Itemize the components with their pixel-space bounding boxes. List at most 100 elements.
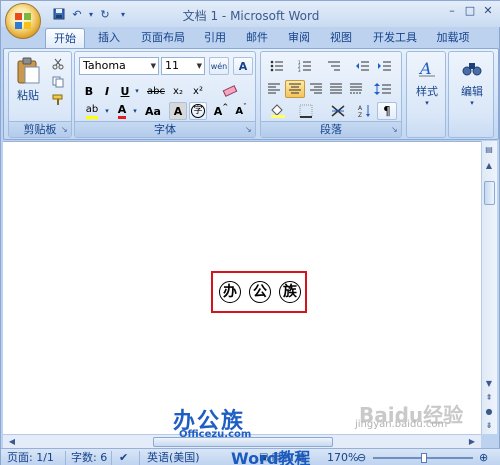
select-browse-object-icon[interactable]: ● — [482, 405, 496, 419]
font-name-value: Tahoma — [83, 59, 126, 72]
align-right-icon[interactable] — [307, 80, 325, 98]
zoom-slider-thumb[interactable] — [421, 453, 427, 463]
decrease-indent-icon[interactable] — [353, 57, 373, 75]
borders-icon[interactable] — [293, 102, 319, 120]
tab-view[interactable]: 视图 — [323, 28, 359, 48]
styles-button[interactable]: A 样式 ▾ — [409, 56, 445, 108]
paste-button[interactable]: 粘贴 — [13, 54, 43, 106]
enclose-characters-icon: 字 — [191, 104, 205, 118]
font-color-button[interactable]: A — [113, 102, 131, 120]
restore-button[interactable]: □ — [463, 4, 477, 18]
scroll-left-icon[interactable]: ◀ — [5, 435, 19, 449]
scroll-right-icon[interactable]: ▶ — [465, 435, 479, 449]
svg-text:Z: Z — [358, 112, 362, 118]
tab-home[interactable]: 开始 — [45, 28, 85, 48]
scroll-up-icon[interactable]: ▲ — [482, 159, 496, 173]
clear-format-button[interactable] — [211, 82, 251, 100]
binoculars-icon — [462, 63, 482, 76]
tab-insert[interactable]: 插入 — [91, 28, 127, 48]
chevron-down-icon[interactable]: ▾ — [103, 102, 111, 120]
ruler-toggle-icon[interactable]: ▤ — [482, 143, 496, 157]
chevron-down-icon[interactable]: ▾ — [133, 82, 141, 100]
superscript-button[interactable]: x² — [189, 82, 207, 100]
chevron-down-icon: ▾ — [470, 99, 474, 107]
enclosed-char-3: 族 — [279, 281, 301, 303]
line-spacing-icon[interactable] — [369, 80, 397, 98]
show-marks-icon[interactable]: ¶ — [377, 102, 397, 120]
svg-text:A: A — [358, 105, 363, 112]
font-group: Tahoma ▼ 11 ▼ wén A B I U ▾ abc x₂ x² ab… — [74, 51, 256, 138]
strikethrough-button[interactable]: abc — [145, 82, 167, 100]
font-size-value: 11 — [165, 59, 179, 72]
status-divider — [111, 451, 112, 465]
italic-button[interactable]: I — [99, 82, 115, 100]
cut-icon[interactable] — [49, 56, 67, 72]
bold-button[interactable]: B — [81, 82, 97, 100]
bullets-icon[interactable] — [265, 57, 291, 75]
language-indicator[interactable]: 英语(美国) — [147, 451, 200, 465]
tab-references[interactable]: 引用 — [197, 28, 233, 48]
char-shading-button[interactable]: A — [169, 102, 187, 120]
multilevel-list-icon[interactable] — [321, 57, 349, 75]
format-painter-icon[interactable] — [49, 92, 67, 108]
tab-developer[interactable]: 开发工具 — [367, 28, 423, 48]
char-border-button[interactable]: A — [233, 57, 253, 75]
vertical-scrollbar[interactable]: ▤ ▲ ▼ ⇞ ● ⇟ — [481, 141, 497, 434]
enclose-characters-button[interactable]: 字 — [189, 102, 207, 120]
vertical-scroll-thumb[interactable] — [484, 181, 495, 205]
editing-label: 编辑 — [461, 85, 483, 98]
font-color-label: A — [117, 103, 127, 119]
numbering-icon[interactable]: 123 — [293, 57, 319, 75]
tab-addins[interactable]: 加载项 — [429, 28, 477, 48]
font-size-combo[interactable]: 11 ▼ — [161, 57, 205, 75]
scroll-down-icon[interactable]: ▼ — [482, 377, 496, 391]
change-case-button[interactable]: Aa — [141, 102, 165, 120]
underline-button[interactable]: U — [117, 82, 133, 100]
font-name-combo[interactable]: Tahoma ▼ — [79, 57, 159, 75]
justify-icon[interactable] — [327, 80, 345, 98]
copy-icon[interactable] — [49, 74, 67, 90]
status-divider — [139, 451, 140, 465]
zoom-in-icon[interactable]: ⊕ — [479, 451, 488, 465]
tab-mailings[interactable]: 邮件 — [239, 28, 275, 48]
editing-button[interactable]: 编辑 ▾ — [453, 56, 491, 108]
shrink-font-button[interactable]: Aˇ — [231, 102, 251, 120]
minimize-button[interactable]: – — [445, 4, 459, 18]
chevron-down-icon[interactable]: ▾ — [131, 102, 139, 120]
enclosed-characters-sample[interactable]: 办 公 族 — [211, 271, 307, 313]
officezu-watermark-url: Officezu.com — [179, 429, 252, 440]
tab-review[interactable]: 审阅 — [281, 28, 317, 48]
previous-page-icon[interactable]: ⇞ — [482, 391, 496, 405]
paragraph-launcher-icon[interactable]: ↘ — [391, 126, 399, 134]
phonetic-guide-button[interactable]: wén — [209, 57, 229, 75]
close-button[interactable]: ✕ — [481, 4, 495, 18]
tab-page-layout[interactable]: 页面布局 — [135, 28, 191, 48]
word-tutorial-watermark: Word教程 — [231, 449, 311, 465]
clipboard-launcher-icon[interactable]: ↘ — [61, 126, 69, 134]
zoom-level[interactable]: 170% — [327, 451, 358, 465]
shrink-font-label: A — [235, 105, 244, 117]
zoom-out-icon[interactable]: ⊖ — [357, 451, 366, 465]
subscript-button[interactable]: x₂ — [169, 82, 187, 100]
distributed-icon[interactable] — [347, 80, 365, 98]
highlight-label: ab — [85, 104, 99, 119]
title-bar: ↶ ▾ ↻ ▾ 文档 1 - Microsoft Word – □ ✕ — [1, 1, 500, 27]
office-button[interactable] — [5, 3, 41, 39]
sort-icon[interactable]: AZ — [355, 102, 375, 120]
next-page-icon[interactable]: ⇟ — [482, 419, 496, 433]
word-count[interactable]: 字数: 6 — [71, 451, 107, 465]
grow-font-button[interactable]: A ^ — [211, 102, 231, 120]
align-left-icon[interactable] — [265, 80, 283, 98]
proofing-icon[interactable]: ✔ — [119, 451, 128, 465]
styles-label: 样式 — [416, 85, 438, 98]
asian-layout-icon[interactable] — [323, 102, 353, 120]
align-center-icon[interactable] — [285, 80, 305, 98]
shading-icon[interactable] — [265, 102, 291, 120]
svg-text:3: 3 — [298, 68, 301, 72]
increase-indent-icon[interactable] — [375, 57, 395, 75]
page-count[interactable]: 页面: 1/1 — [7, 451, 54, 465]
highlight-button[interactable]: ab — [81, 102, 103, 120]
editing-group: 编辑 ▾ — [448, 51, 494, 138]
grow-font-label: A — [213, 104, 223, 118]
font-launcher-icon[interactable]: ↘ — [245, 126, 253, 134]
